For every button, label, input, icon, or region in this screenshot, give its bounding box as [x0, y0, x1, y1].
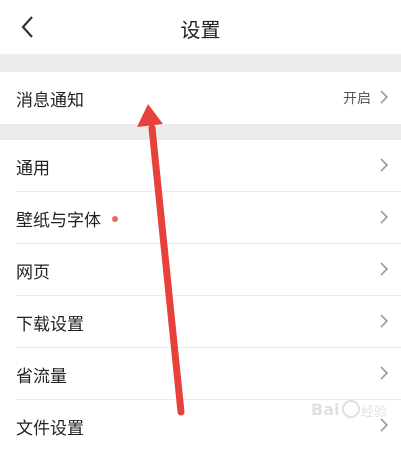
chevron-right-icon: [380, 366, 389, 380]
chevron-right-icon: [380, 262, 389, 276]
settings-row-file[interactable]: 文件设置: [0, 400, 401, 452]
new-badge-dot: [112, 216, 118, 222]
row-label: 网页: [16, 263, 50, 283]
row-value: 开启: [343, 91, 371, 107]
settings-row-data-saver[interactable]: 省流量: [0, 348, 401, 400]
chevron-right-icon: [380, 210, 389, 224]
chevron-right-icon: [380, 90, 389, 104]
section-gap: [0, 124, 401, 140]
chevron-right-icon: [380, 314, 389, 328]
top-bar: 设置: [0, 0, 401, 54]
row-label: 消息通知: [16, 91, 84, 111]
row-label: 省流量: [16, 367, 67, 387]
settings-row-webpage[interactable]: 网页: [0, 244, 401, 296]
settings-row-wallpaper-font[interactable]: 壁纸与字体: [0, 192, 401, 244]
row-label: 文件设置: [16, 419, 84, 439]
chevron-right-icon: [380, 418, 389, 432]
section-gap: [0, 54, 401, 72]
settings-row-download[interactable]: 下载设置: [0, 296, 401, 348]
settings-row-notifications[interactable]: 消息通知 开启: [0, 72, 401, 124]
row-label: 通用: [16, 159, 50, 179]
page-title: 设置: [180, 18, 221, 42]
chevron-right-icon: [380, 158, 389, 172]
settings-row-general[interactable]: 通用: [0, 140, 401, 192]
row-label: 下载设置: [16, 315, 84, 335]
row-label: 壁纸与字体: [16, 211, 101, 231]
